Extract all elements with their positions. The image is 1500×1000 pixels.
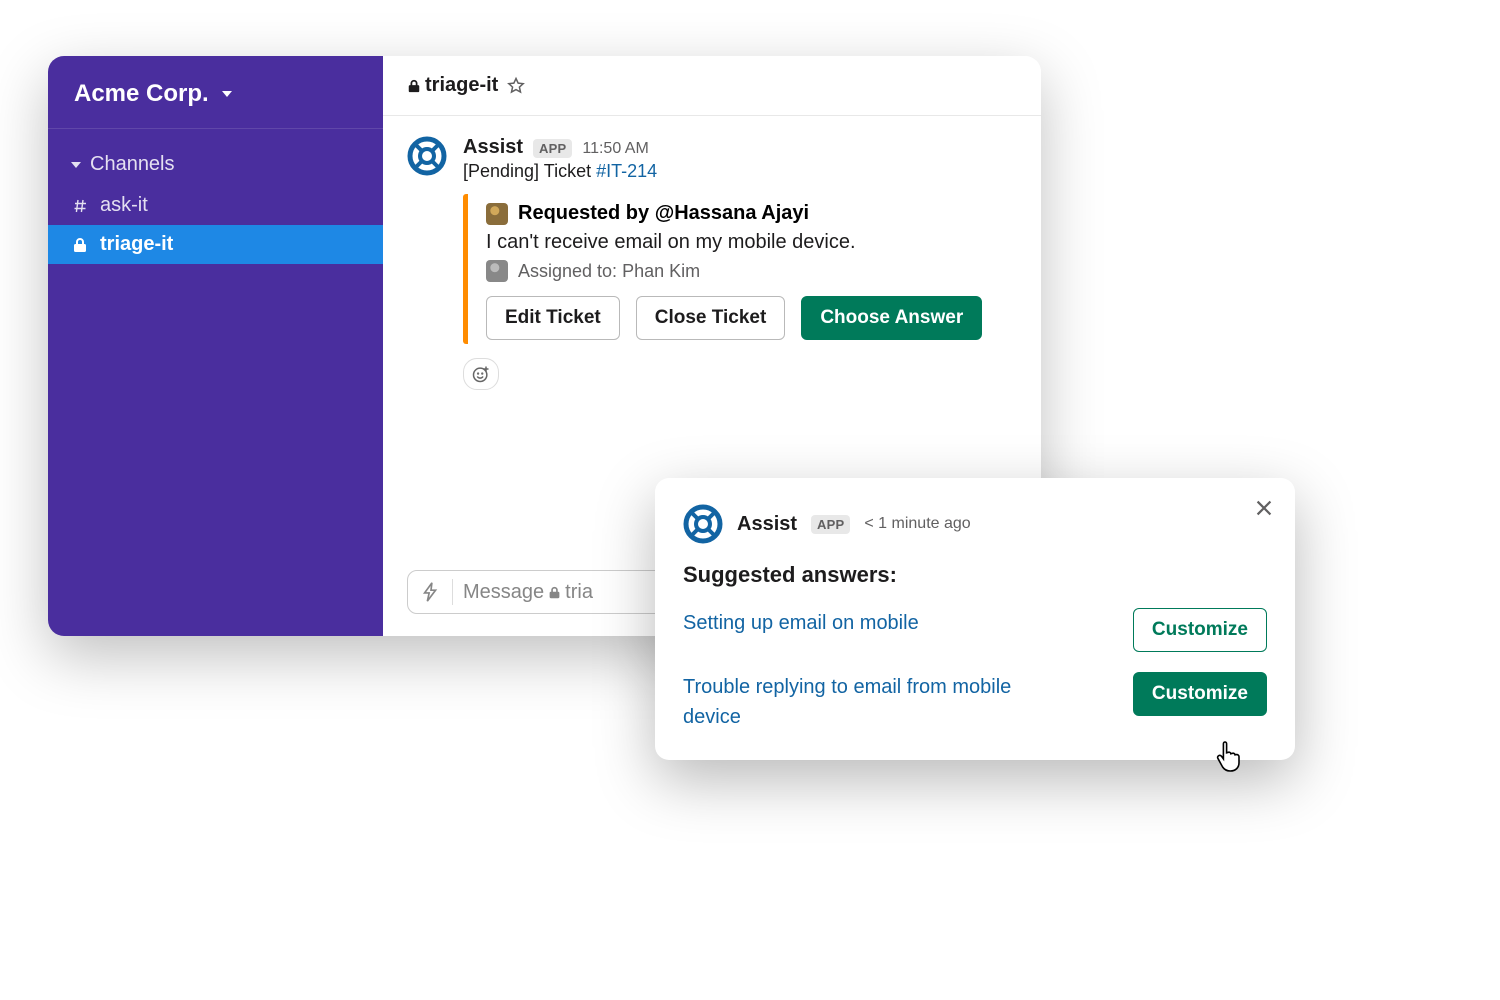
hash-icon	[72, 198, 88, 214]
ticket-body: I can't receive email on my mobile devic…	[486, 231, 1017, 254]
answer-row: Setting up email on mobile Customize	[683, 608, 1267, 652]
caret-down-icon	[70, 159, 82, 171]
lifering-icon	[407, 136, 447, 176]
close-ticket-button[interactable]: Close Ticket	[636, 296, 786, 340]
answer-link[interactable]: Setting up email on mobile	[683, 608, 919, 638]
requested-by: Requested by @Hassana Ajayi	[518, 202, 809, 225]
channel-header: triage-it	[383, 56, 1041, 116]
lifering-icon	[683, 504, 723, 544]
ticket-link[interactable]: #IT-214	[596, 161, 657, 181]
status-prefix: [Pending] Ticket	[463, 161, 596, 181]
answer-link[interactable]: Trouble replying to email from mobile de…	[683, 672, 1063, 732]
ticket-attachment: Requested by @Hassana Ajayi I can't rece…	[463, 194, 1017, 344]
message: Assist APP 11:50 AM [Pending] Ticket #IT…	[407, 136, 1017, 344]
popup-title: Suggested answers:	[683, 562, 1267, 588]
workspace-name: Acme Corp.	[74, 80, 209, 108]
channel-title[interactable]: triage-it	[407, 74, 498, 97]
sidebar-item-triage-it[interactable]: triage-it	[48, 225, 383, 264]
lock-icon	[72, 237, 88, 253]
message-author[interactable]: Assist	[463, 136, 523, 159]
app-badge: APP	[533, 139, 572, 158]
channel-label: triage-it	[100, 233, 173, 256]
channel-label: ask-it	[100, 194, 148, 217]
app-badge: APP	[811, 515, 850, 534]
popup-author: Assist	[737, 513, 797, 536]
star-icon[interactable]	[506, 76, 526, 96]
answer-row: Trouble replying to email from mobile de…	[683, 672, 1267, 732]
sidebar: Acme Corp. Channels ask-it triage-it	[48, 56, 383, 636]
customize-button-1[interactable]: Customize	[1133, 608, 1267, 652]
channels-section-label: Channels	[90, 153, 175, 176]
channels-section-header[interactable]: Channels	[48, 129, 383, 186]
lock-icon	[548, 586, 561, 599]
workspace-switcher[interactable]: Acme Corp.	[48, 56, 383, 129]
edit-ticket-button[interactable]: Edit Ticket	[486, 296, 620, 340]
add-reaction-button[interactable]	[463, 358, 499, 390]
requester-avatar	[486, 203, 508, 225]
smile-plus-icon	[471, 364, 491, 384]
close-popup-button[interactable]	[1251, 496, 1277, 522]
suggested-answers-popup: Assist APP < 1 minute ago Suggested answ…	[655, 478, 1295, 760]
popup-time: < 1 minute ago	[864, 515, 970, 533]
assigned-to: Assigned to: Phan Kim	[518, 261, 700, 282]
channel-title-text: triage-it	[425, 74, 498, 97]
message-body: Assist APP 11:50 AM [Pending] Ticket #IT…	[463, 136, 1017, 344]
customize-button-2[interactable]: Customize	[1133, 672, 1267, 716]
choose-answer-button[interactable]: Choose Answer	[801, 296, 982, 340]
message-subject: [Pending] Ticket #IT-214	[463, 161, 1017, 182]
assignee-avatar	[486, 260, 508, 282]
divider	[452, 579, 453, 605]
shortcut-bolt-icon[interactable]	[420, 581, 442, 603]
sidebar-item-ask-it[interactable]: ask-it	[48, 186, 383, 225]
message-time: 11:50 AM	[582, 140, 648, 158]
close-icon	[1253, 497, 1275, 519]
composer-placeholder: Message tria	[463, 581, 593, 604]
lock-icon	[407, 79, 421, 93]
chevron-down-icon	[219, 86, 235, 102]
